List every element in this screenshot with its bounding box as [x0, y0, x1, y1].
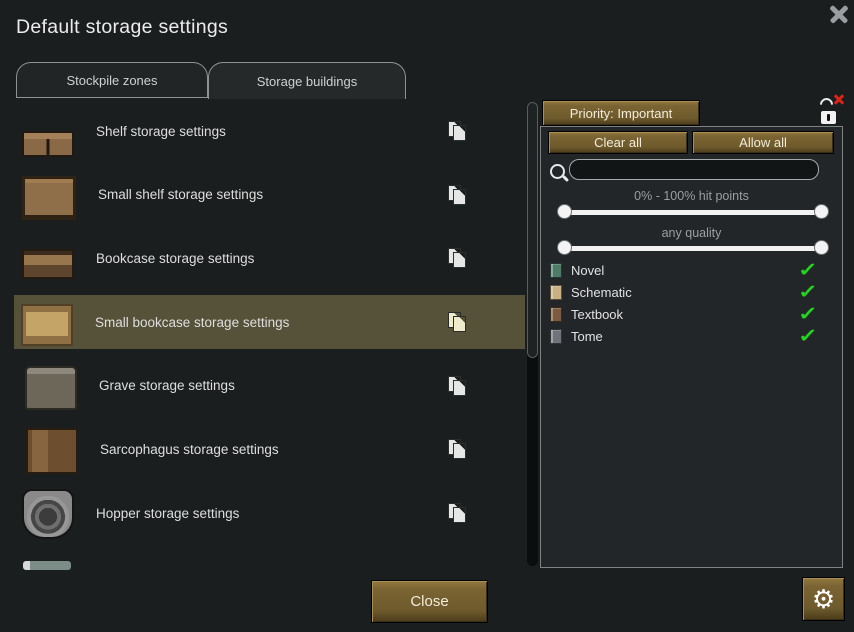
slider-handle-max[interactable]	[814, 204, 829, 219]
allow-item-label: Textbook	[571, 307, 623, 322]
allow-item-row[interactable]: Novel ✓	[541, 259, 842, 281]
textbook-icon	[550, 307, 562, 322]
close-icon[interactable]	[826, 2, 852, 26]
priority-button[interactable]: Priority: Important	[542, 100, 700, 126]
copy-settings-icon[interactable]	[448, 185, 468, 205]
allow-item-label: Novel	[571, 263, 604, 278]
storage-row-label: Bookcase storage settings	[96, 251, 254, 266]
small-shelf-icon	[22, 176, 76, 220]
storage-row-label: Shelf storage settings	[96, 124, 226, 139]
clear-all-button[interactable]: Clear all	[548, 131, 688, 154]
tab-storage-buildings[interactable]: Storage buildings	[208, 62, 406, 99]
allow-item-row[interactable]: Tome ✓	[541, 325, 842, 347]
bookcase-icon	[22, 249, 74, 279]
shelf-icon	[22, 131, 74, 157]
storage-row[interactable]	[14, 550, 525, 570]
storage-row[interactable]: Grave storage settings	[14, 359, 525, 413]
copy-settings-icon[interactable]	[448, 503, 468, 523]
unlocked-lock-icon[interactable]	[819, 97, 843, 124]
storage-row-label: Grave storage settings	[99, 378, 235, 393]
scrollbar-thumb[interactable]	[527, 102, 538, 358]
allowed-check-icon: ✓	[798, 327, 818, 346]
partial-item-icon	[22, 560, 72, 570]
grave-icon	[25, 366, 77, 410]
allow-items-list: Novel ✓ Schematic ✓ Textbook ✓ Tome ✓	[541, 259, 842, 347]
copy-settings-icon[interactable]	[448, 312, 468, 332]
storage-row-label: Small shelf storage settings	[98, 187, 263, 202]
slider-handle-max[interactable]	[814, 240, 829, 255]
hopper-icon	[22, 489, 74, 539]
hit-points-slider[interactable]	[557, 204, 829, 220]
copy-settings-icon[interactable]	[448, 248, 468, 268]
slider-handle-min[interactable]	[557, 204, 572, 219]
storage-buildings-list: Shelf storage settings Small shelf stora…	[14, 104, 525, 570]
storage-row-label: Sarcophagus storage settings	[100, 442, 279, 457]
allow-item-row[interactable]: Textbook ✓	[541, 303, 842, 325]
storage-row[interactable]: Small shelf storage settings	[14, 168, 525, 222]
red-x-icon	[834, 94, 844, 104]
storage-row-label: Small bookcase storage settings	[95, 315, 289, 330]
gear-button[interactable]: ⚙	[802, 577, 845, 621]
storage-row-label: Hopper storage settings	[96, 506, 239, 521]
allow-all-button[interactable]: Allow all	[692, 131, 834, 154]
storage-row[interactable]: Sarcophagus storage settings	[14, 422, 525, 476]
copy-settings-icon[interactable]	[448, 376, 468, 396]
allow-item-label: Schematic	[571, 285, 632, 300]
allowed-check-icon: ✓	[798, 305, 818, 324]
quality-range-label: any quality	[541, 226, 842, 240]
storage-settings-dialog: Default storage settings Stockpile zones…	[0, 0, 854, 632]
schematic-icon	[550, 285, 562, 300]
allow-item-label: Tome	[571, 329, 603, 344]
search-icon	[550, 164, 565, 179]
hit-points-range-label: 0% - 100% hit points	[541, 189, 842, 203]
slider-handle-min[interactable]	[557, 240, 572, 255]
copy-settings-icon[interactable]	[448, 121, 468, 141]
scrollbar[interactable]	[527, 102, 538, 566]
novel-book-icon	[550, 263, 562, 278]
storage-row[interactable]: Small bookcase storage settings	[14, 295, 525, 349]
allow-item-row[interactable]: Schematic ✓	[541, 281, 842, 303]
page-title: Default storage settings	[16, 16, 228, 39]
allow-filter-panel: Clear all Allow all 0% - 100% hit points…	[540, 126, 843, 568]
allowed-check-icon: ✓	[798, 261, 818, 280]
allowed-check-icon: ✓	[798, 283, 818, 302]
storage-row[interactable]: Bookcase storage settings	[14, 231, 525, 285]
copy-settings-icon[interactable]	[448, 439, 468, 459]
tome-icon	[550, 329, 562, 344]
close-button[interactable]: Close	[371, 580, 488, 623]
storage-row[interactable]: Shelf storage settings	[14, 104, 525, 158]
storage-row[interactable]: Hopper storage settings	[14, 486, 525, 540]
tab-stockpile-zones[interactable]: Stockpile zones	[16, 62, 208, 98]
small-bookcase-icon	[21, 304, 73, 346]
sarcophagus-icon	[26, 428, 78, 474]
quality-slider[interactable]	[557, 240, 829, 256]
search-input[interactable]	[569, 159, 819, 180]
